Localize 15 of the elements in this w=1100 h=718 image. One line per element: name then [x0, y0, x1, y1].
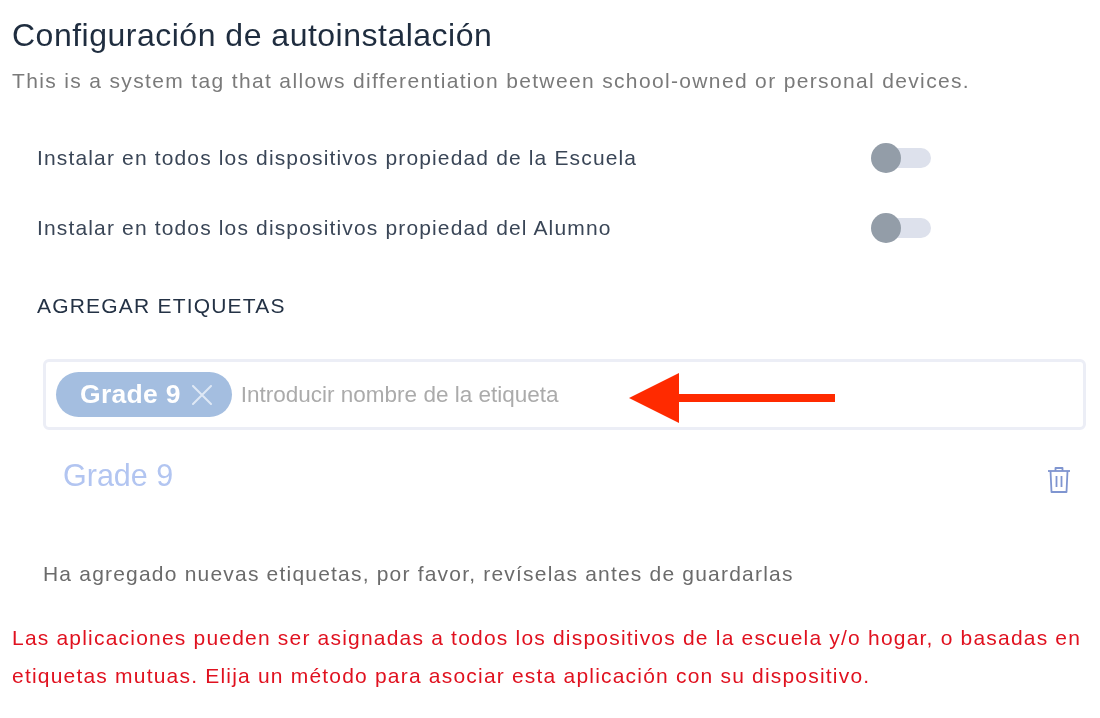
tag-chip-label: Grade 9 [80, 379, 181, 410]
toggle-switch[interactable] [871, 143, 931, 173]
toggle-label: Instalar en todos los dispositivos propiedad de la Escuela [37, 146, 638, 170]
tag-name: Grade 9 [63, 457, 174, 493]
notice-text: Ha agregado nuevas etiquetas, por favor, revíselas antes de guardarlas [43, 561, 794, 587]
error-message: Las aplicaciones pueden ser asignadas a todos los dispositivos de la escuela y/o hogar, o basadas en etiquetas mutuas. Elija un método para asociar esta aplicación con su dispositivo. [12, 625, 1083, 689]
section-description: This is a system tag that allows differentiation between school-owned or personal devices. [12, 68, 971, 94]
toggle-switch[interactable] [871, 213, 931, 243]
tag-input-field[interactable]: Introducir nombre de la etiqueta [240, 381, 571, 408]
toggle-label: Instalar en todos los dispositivos propiedad del Alumno [37, 216, 612, 240]
arrow-icon [629, 373, 835, 423]
trash-icon[interactable] [1047, 466, 1071, 494]
close-icon[interactable] [191, 384, 212, 405]
tags-heading: AGREGAR ETIQUETAS [37, 293, 286, 319]
section-title: Configuración de autoinstalación [12, 16, 493, 55]
